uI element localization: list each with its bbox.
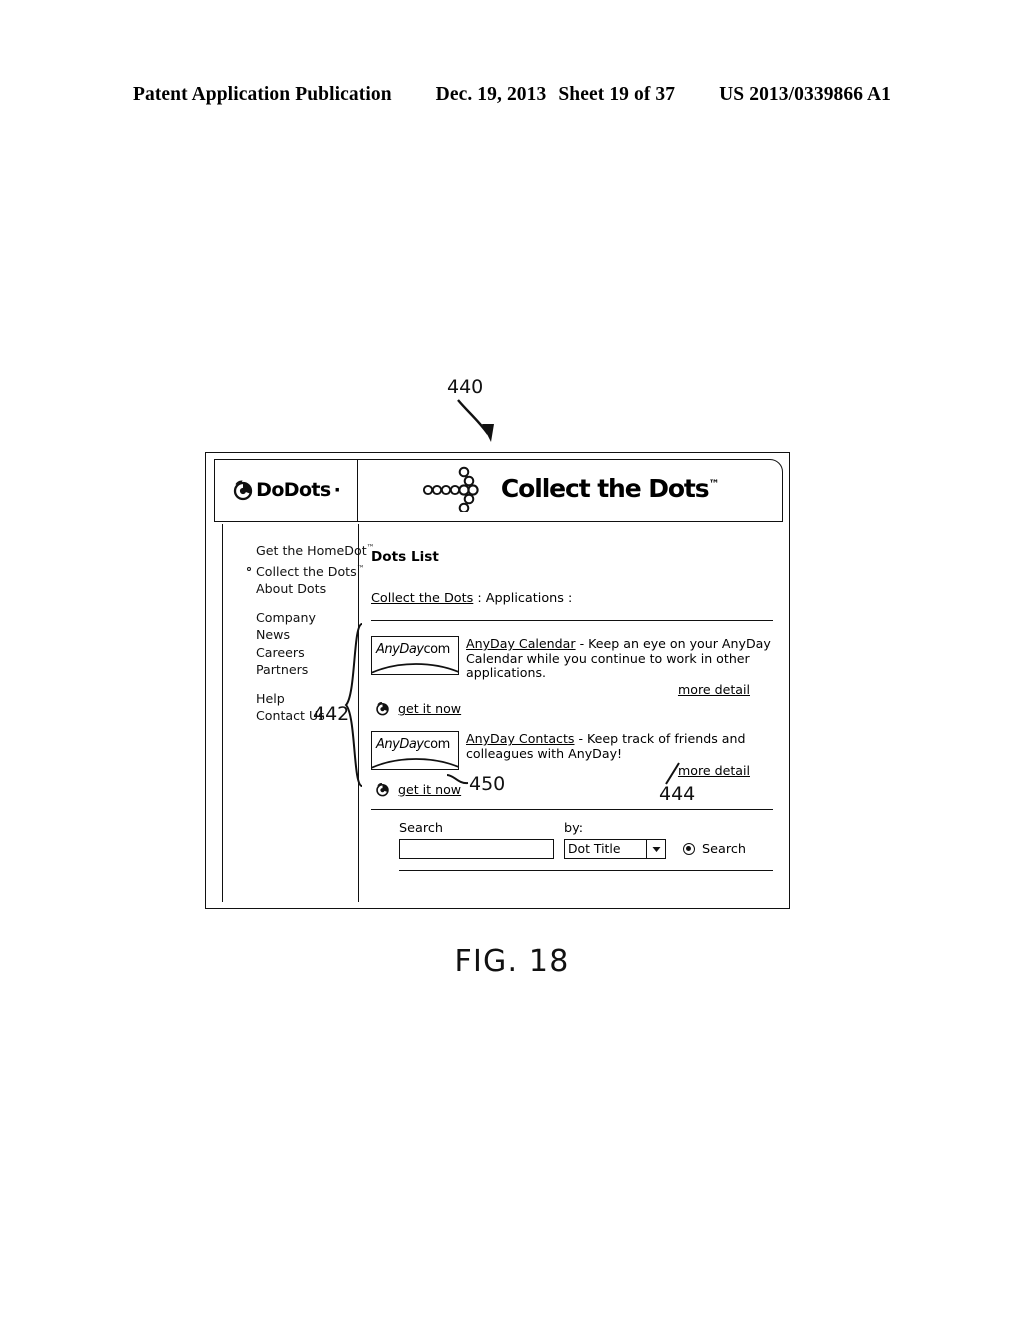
patent-number-label: US 2013/0339866 A1 xyxy=(719,84,892,105)
breadcrumb-tail: : Applications : xyxy=(473,591,573,606)
banner-tm: ™ xyxy=(708,477,720,491)
more-detail-link[interactable]: more detail xyxy=(678,682,750,697)
patent-sheet-label: Sheet 19 of 37 xyxy=(558,84,676,105)
dodots-logo-cell[interactable]: DoDots · xyxy=(214,459,359,522)
dot-title-link[interactable]: AnyDay Calendar xyxy=(466,636,576,651)
anyday-logo-text: AnyDaycom xyxy=(376,642,450,657)
dodots-tick: · xyxy=(333,478,341,501)
dot-cluster-icon xyxy=(422,466,479,512)
sidebar-item-partners[interactable]: Partners xyxy=(223,661,358,679)
search-radio-button[interactable] xyxy=(683,843,695,856)
window-left-rail xyxy=(214,524,223,902)
callout-444-label: 444 xyxy=(659,783,696,805)
dot-description: AnyDay Calendar - Keep an eye on your An… xyxy=(466,636,773,697)
dodots-circle-icon xyxy=(376,783,389,797)
sidebar-item-get-the-homedot[interactable]: Get the HomeDot™ xyxy=(223,539,375,560)
dot-title-link[interactable]: AnyDay Contacts xyxy=(466,731,574,747)
patent-date-label: Dec. 19, 2013 xyxy=(435,84,547,105)
dodots-window: DoDots · Collect the Dots™ Get the HomeD… xyxy=(205,452,790,909)
patent-header: Patent Application Publication Dec. 19, … xyxy=(0,84,1024,106)
sidebar-item-company[interactable]: Company xyxy=(223,609,358,627)
chevron-down-icon[interactable] xyxy=(646,840,665,859)
dodots-circle-icon xyxy=(376,702,389,716)
search-label: Search xyxy=(399,821,443,837)
sidebar-group-corporate: Company News Careers Partners xyxy=(223,609,358,679)
search-area: Search by: Dot Title Search xyxy=(371,821,773,872)
main-content: Dots List Collect the Dots : Application… xyxy=(359,524,783,902)
breadcrumb: Collect the Dots : Applications : xyxy=(371,591,773,606)
sidebar-group-primary: Get the HomeDot™ Collect the Dots™ About… xyxy=(223,539,375,598)
anyday-arc-icon xyxy=(372,758,458,769)
search-by-label: by: xyxy=(564,821,584,837)
dot-description: AnyDay Contacts - Keep track of friends … xyxy=(466,731,773,778)
page-title: Dots List xyxy=(371,549,439,565)
search-by-select[interactable]: Dot Title xyxy=(564,839,666,860)
callout-440-label: 440 xyxy=(447,376,484,398)
search-divider xyxy=(371,809,773,811)
anyday-logo[interactable]: AnyDaycom xyxy=(371,731,459,771)
breadcrumb-link-collect-the-dots[interactable]: Collect the Dots xyxy=(371,591,473,606)
callout-442-brace xyxy=(344,623,363,787)
sidebar-item-about-dots[interactable]: About Dots xyxy=(223,580,358,598)
window-body: Get the HomeDot™ Collect the Dots™ About… xyxy=(223,524,783,902)
dodots-wordmark: DoDots xyxy=(256,478,331,501)
search-by-selected-value: Dot Title xyxy=(568,841,621,857)
anyday-arc-icon xyxy=(372,663,458,674)
banner-title: Collect the Dots™ xyxy=(500,474,720,503)
search-radio-label: Search xyxy=(702,841,746,857)
sidebar-item-collect-the-dots[interactable]: Collect the Dots™ xyxy=(223,560,365,581)
banner-cell: Collect the Dots™ xyxy=(357,459,783,522)
figure-caption: FIG. 18 xyxy=(454,944,570,979)
window-header-row: DoDots · Collect the Dots™ xyxy=(214,459,783,522)
anyday-logo[interactable]: AnyDaycom xyxy=(371,636,459,675)
dot-list-item: AnyDaycom AnyDay Contacts - Keep track o… xyxy=(371,731,773,797)
patent-publication-label: Patent Application Publication xyxy=(132,84,392,105)
search-bottom-divider xyxy=(399,870,773,872)
get-it-now-link[interactable]: get it now xyxy=(398,701,461,716)
dot-list-item: AnyDaycom AnyDay Calendar - Keep an eye … xyxy=(371,636,773,716)
content-divider-top xyxy=(371,620,773,621)
callout-444-leader xyxy=(665,762,680,785)
sidebar-item-news[interactable]: News xyxy=(223,626,358,644)
dodots-logo[interactable]: DoDots · xyxy=(232,479,341,501)
search-input[interactable] xyxy=(399,839,554,860)
callout-450-leader xyxy=(446,774,469,785)
dodots-circle-icon xyxy=(234,480,253,500)
callout-440-leader-arrow xyxy=(457,399,494,442)
sidebar-item-careers[interactable]: Careers xyxy=(223,644,358,662)
anyday-logo-text: AnyDaycom xyxy=(376,737,450,753)
